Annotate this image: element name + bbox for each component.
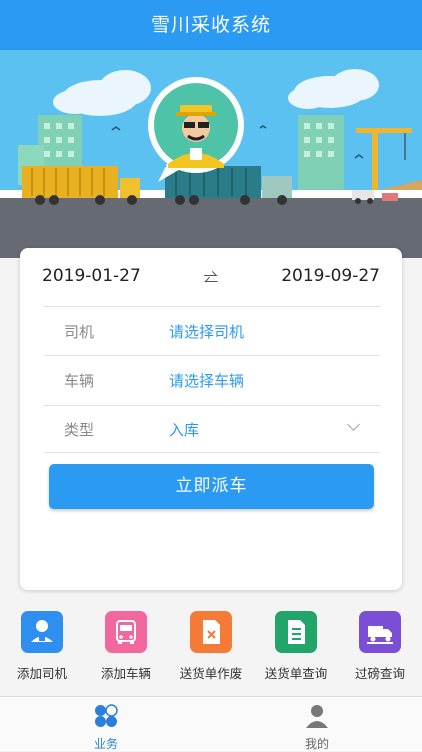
add-vehicle-icon — [105, 611, 147, 653]
shortcut-label: 送货单作废 — [179, 666, 243, 681]
tab-profile[interactable]: 我的 — [257, 697, 377, 752]
driver-field[interactable]: 司机 请选择司机 — [44, 306, 380, 355]
app-header: 雪川采收系统 — [0, 0, 422, 50]
void-delivery-note-icon — [190, 611, 232, 653]
shortcut-void-delivery-note[interactable]: 送货单作废 — [169, 611, 253, 682]
bottom-tab-bar: 业务 我的 — [0, 696, 422, 751]
vehicle-label: 车辆 — [64, 371, 95, 390]
type-field[interactable]: 类型 入库 — [44, 405, 380, 453]
driver-label: 司机 — [64, 322, 95, 341]
tab-business[interactable]: 业务 — [46, 697, 166, 752]
type-label: 类型 — [64, 420, 95, 439]
banner-illustration — [0, 50, 422, 258]
delivery-note-query-icon — [275, 611, 317, 653]
shortcut-add-vehicle[interactable]: 添加车辆 — [84, 611, 168, 682]
chevron-down-icon[interactable] — [347, 418, 360, 431]
weighing-query-icon — [359, 611, 401, 653]
shortcut-delivery-note-query[interactable]: 送货单查询 — [254, 611, 338, 682]
business-icon — [95, 704, 118, 727]
dispatch-form-card: 2019-01-27 ⥨ 2019-09-27 司机 请选择司机 车辆 请选择车… — [20, 248, 402, 590]
start-date[interactable]: 2019-01-27 — [42, 266, 141, 286]
shortcut-add-driver[interactable]: 添加司机 — [0, 611, 84, 682]
tab-label: 业务 — [93, 737, 118, 751]
type-select[interactable]: 入库 — [169, 419, 199, 440]
shortcut-weighing-query[interactable]: 过磅查询 — [338, 611, 422, 682]
tab-label: 我的 — [304, 737, 329, 751]
swap-arrows-icon[interactable]: ⥨ — [204, 266, 218, 287]
profile-icon — [306, 705, 328, 728]
driver-select[interactable]: 请选择司机 — [169, 321, 244, 342]
add-driver-icon — [21, 611, 63, 653]
dispatch-now-button[interactable]: 立即派车 — [49, 464, 374, 509]
end-date[interactable]: 2019-09-27 — [281, 266, 380, 286]
shortcut-label: 添加司机 — [16, 666, 67, 681]
page-title: 雪川采收系统 — [150, 14, 271, 36]
shortcut-label: 添加车辆 — [100, 666, 151, 681]
shortcut-grid: 添加司机 添加车辆 送货单作废 送货单查询 过磅查询 — [0, 611, 422, 681]
shortcut-label: 送货单查询 — [264, 666, 328, 681]
vehicle-field[interactable]: 车辆 请选择车辆 — [44, 355, 380, 404]
vehicle-select[interactable]: 请选择车辆 — [169, 370, 244, 391]
shortcut-label: 过磅查询 — [354, 666, 405, 681]
date-range: 2019-01-27 ⥨ 2019-09-27 — [42, 262, 380, 290]
